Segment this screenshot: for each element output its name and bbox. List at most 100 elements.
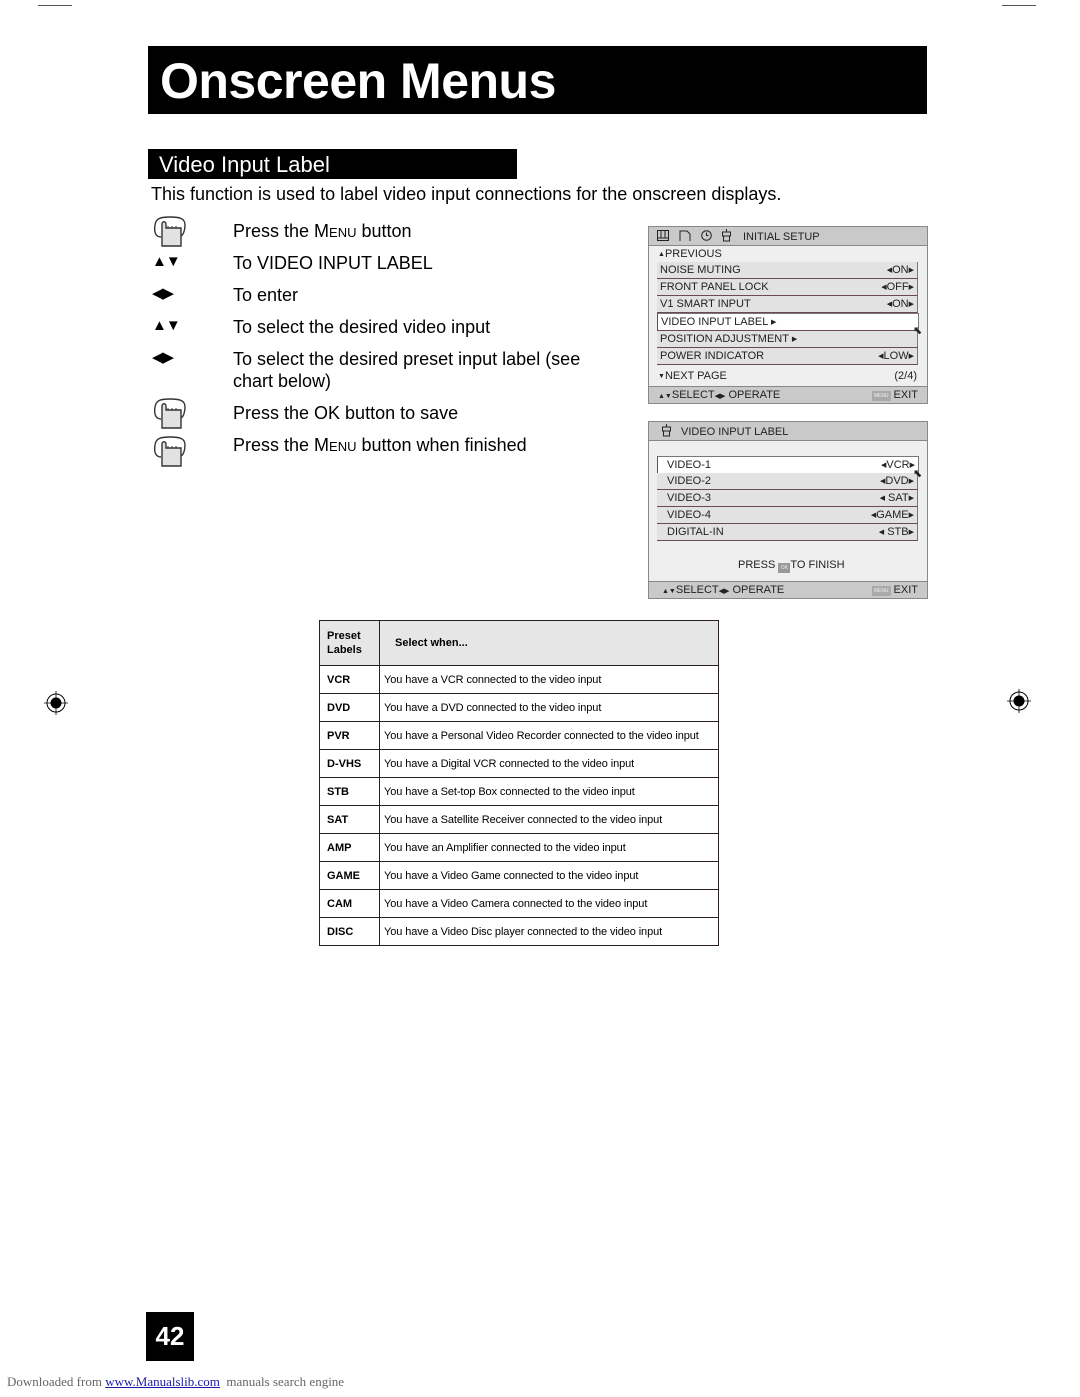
preset-label-cell: DVD	[319, 693, 380, 722]
preset-labels-table: Preset Labels Select when... VCR You have …	[319, 620, 719, 946]
submenu-arrow-icon: ▶	[791, 336, 798, 343]
table-row: VCR You have a VCR connected to the video…	[319, 665, 719, 694]
step-text: Press the MENU button	[233, 221, 412, 241]
osd-page-indicator: (2/4)	[894, 370, 917, 382]
osd-menu-item[interactable]: POSITION ADJUSTMENT ▶	[657, 331, 918, 348]
preset-description-cell: You have a Video Disc player connected t…	[379, 917, 719, 946]
up-triangle-icon: ▲	[658, 251, 665, 258]
preset-label-cell: DISC	[319, 917, 380, 946]
up-down-small-icon: ▲▼	[658, 393, 672, 400]
intro-text: This function is used to label video inp…	[151, 184, 782, 204]
section-title-banner: Video Input Label	[148, 149, 517, 179]
table-row: DISC You have a Video Disc player connect…	[319, 917, 719, 946]
menu-badge-icon: MENU	[871, 391, 891, 401]
hand-press-icon	[153, 216, 186, 247]
osd-menu-item[interactable]: POWER INDICATOR ◀LOW▶	[657, 348, 918, 365]
up-down-arrows-icon: ▲▼	[152, 253, 181, 270]
left-right-arrows-icon: ◀▶	[152, 285, 174, 302]
registration-mark-right-icon	[1007, 689, 1031, 713]
manualslib-link[interactable]: www.Manualslib.com	[105, 1374, 220, 1389]
osd-footer: ▲▼SELECT◀▶ OPERATE MENU EXIT	[649, 581, 927, 598]
preset-description-cell: You have a Digital VCR connected to the …	[379, 749, 719, 778]
ok-badge-icon: OK	[778, 563, 791, 573]
table-row: CAM You have a Video Camera connected to …	[319, 889, 719, 918]
osd-exit-button[interactable]: MENU EXIT	[871, 389, 918, 401]
preset-label-cell: SAT	[319, 805, 380, 834]
up-down-small-icon: ▲▼	[662, 588, 676, 595]
preset-description-cell: You have a Set-top Box connected to the …	[379, 777, 719, 806]
preset-label-cell: STB	[319, 777, 380, 806]
preset-label-cell: D-VHS	[319, 749, 380, 778]
left-right-small-icon: ◀▶	[718, 588, 730, 595]
page-number: 42	[146, 1312, 194, 1361]
step-text: To select the desired preset input label…	[233, 349, 581, 391]
step-text: Press the MENU button when finished	[233, 435, 527, 455]
setup-icon	[722, 229, 731, 242]
page-title-banner: Onscreen Menus	[148, 46, 927, 114]
osd-input-item[interactable]: VIDEO-4 ◀GAME▶	[657, 507, 918, 524]
osd-initial-setup-menu: INITIAL SETUP ▲PREVIOUS NOISE MUTING ◀ON▶…	[648, 226, 928, 404]
step-text: To select the desired video input	[233, 317, 491, 337]
osd-menu-item[interactable]: FRONT PANEL LOCK ◀OFF▶	[657, 279, 918, 296]
step-text: Press the OK button to save	[233, 403, 459, 423]
submenu-arrow-icon: ▶	[771, 319, 777, 326]
download-footer: Downloaded from www.Manualslib.com manua…	[7, 1374, 345, 1389]
osd-header-title: VIDEO INPUT LABEL	[681, 426, 789, 438]
osd-input-item-selected[interactable]: VIDEO-1 ◀VCR▶	[657, 456, 919, 474]
osd-header: VIDEO INPUT LABEL	[649, 422, 927, 441]
preset-label-cell: PVR	[319, 721, 380, 750]
table-row: STB You have a Set-top Box connected to t…	[319, 777, 719, 806]
picture-icon	[657, 230, 669, 241]
osd-header: INITIAL SETUP	[649, 227, 927, 246]
hand-press-icon	[153, 398, 186, 429]
pointer-cursor-icon: ⬉	[913, 325, 923, 337]
table-row: GAME You have a Video Game connected to t…	[319, 861, 719, 890]
preset-label-cell: CAM	[319, 889, 380, 918]
setup-icon	[662, 424, 671, 437]
table-row: D-VHS You have a Digital VCR connected to…	[319, 749, 719, 778]
clock-icon	[701, 230, 712, 241]
osd-input-item[interactable]: VIDEO-2 ◀DVD▶	[657, 473, 918, 490]
osd-input-item[interactable]: DIGITAL-IN ◀ STB▶	[657, 524, 918, 541]
crop-mark-left	[38, 5, 72, 6]
preset-description-cell: You have an Amplifier connected to the v…	[379, 833, 719, 862]
osd-exit-button[interactable]: MENU EXIT	[871, 584, 918, 596]
table-row: AMP You have an Amplifier connected to th…	[319, 833, 719, 862]
preset-description-cell: You have a Video Game connected to the v…	[379, 861, 719, 890]
preset-label-cell: GAME	[319, 861, 380, 890]
page-title: Onscreen Menus	[160, 53, 556, 109]
table-row: PVR You have a Personal Video Recorder co…	[319, 721, 719, 750]
left-right-small-icon: ◀▶	[714, 393, 726, 400]
left-right-arrows-icon: ◀▶	[152, 349, 174, 366]
osd-previous-item[interactable]: ▲PREVIOUS	[658, 248, 722, 260]
section-title: Video Input Label	[159, 152, 330, 177]
osd-video-input-label-menu: VIDEO INPUT LABEL VIDEO-1 ◀VCR▶ VIDEO-2 ◀D…	[648, 421, 928, 599]
crop-mark-right	[1002, 5, 1036, 6]
osd-input-item[interactable]: VIDEO-3 ◀ SAT▶	[657, 490, 918, 507]
registration-mark-left-icon	[44, 691, 68, 715]
osd-menu-item[interactable]: NOISE MUTING ◀ON▶	[657, 262, 918, 279]
preset-description-cell: You have a DVD connected to the video in…	[379, 693, 719, 722]
table-row: DVD You have a DVD connected to the video…	[319, 693, 719, 722]
preset-description-cell: You have a VCR connected to the video in…	[379, 665, 719, 694]
sound-icon	[679, 230, 691, 241]
table-header-row: Preset Labels Select when...	[319, 620, 719, 666]
osd-menu-item[interactable]: V1 SMART INPUT ◀ON▶	[657, 296, 918, 313]
hand-press-icon	[153, 436, 186, 467]
osd-next-page-item[interactable]: ▼NEXT PAGE	[658, 370, 727, 382]
header-preset-labels: Preset Labels	[319, 620, 380, 666]
preset-description-cell: You have a Satellite Receiver connected …	[379, 805, 719, 834]
step-text: To enter	[233, 285, 299, 305]
pointer-cursor-icon: ⬉	[913, 468, 923, 480]
step-text: To VIDEO INPUT LABEL	[233, 253, 433, 273]
down-triangle-icon: ▼	[658, 373, 665, 380]
header-select-when: Select when...	[379, 620, 719, 666]
preset-label-cell: AMP	[319, 833, 380, 862]
osd-menu-item-selected[interactable]: VIDEO INPUT LABEL ▶	[657, 313, 919, 331]
table-row: SAT You have a Satellite Receiver connect…	[319, 805, 719, 834]
preset-description-cell: You have a Video Camera connected to the…	[379, 889, 719, 918]
menu-badge-icon: MENU	[871, 586, 891, 596]
preset-description-cell: You have a Personal Video Recorder conne…	[379, 721, 719, 750]
osd-header-title: INITIAL SETUP	[743, 231, 820, 243]
preset-label-cell: VCR	[319, 665, 380, 694]
